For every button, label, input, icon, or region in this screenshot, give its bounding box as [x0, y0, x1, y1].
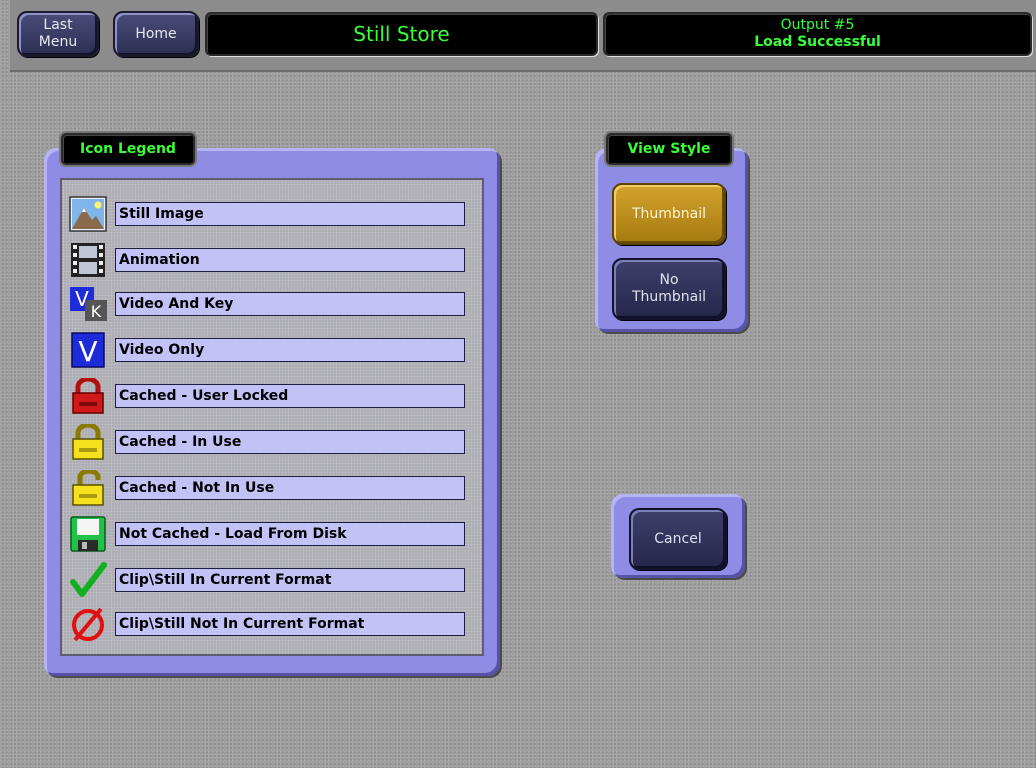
top-bar: Last Menu Home Still Store Output #5 Loa…: [0, 0, 1036, 72]
floppy-disk-icon: [70, 516, 106, 552]
thumbnail-button[interactable]: Thumbnail: [612, 183, 726, 245]
video-only-icon: V: [71, 332, 105, 368]
no-thumbnail-label-line1: No: [659, 272, 679, 288]
legend-row-cached-not-in-use: Cached - Not In Use: [62, 468, 482, 508]
red-lock-icon: [72, 378, 104, 414]
vk-letter-k: K: [91, 302, 102, 321]
yellow-lock-icon: [72, 424, 104, 460]
animation-icon: [71, 243, 105, 277]
thumbnail-button-label: Thumbnail: [631, 205, 707, 222]
view-style-title-text: View Style: [627, 141, 711, 157]
legend-row-cached-in-use: Cached - In Use: [62, 422, 482, 462]
legend-label: Not Cached - Load From Disk: [115, 522, 465, 546]
legend-row-animation: Animation: [62, 240, 482, 280]
legend-row-video-and-key: V K Video And Key: [62, 284, 482, 324]
legend-label: Video Only: [115, 338, 465, 362]
home-button[interactable]: Home: [113, 11, 199, 57]
legend-row-not-in-current-format: Clip\Still Not In Current Format: [62, 604, 482, 644]
legend-row-still-image: Still Image: [62, 194, 482, 234]
icon-legend-list: Still Image Animation V K Video And Key: [60, 178, 484, 656]
last-menu-label-line1: Last: [43, 17, 73, 33]
icon-legend-title: Icon Legend: [61, 133, 195, 165]
legend-row-cached-user-locked: Cached - User Locked: [62, 376, 482, 416]
last-menu-button[interactable]: Last Menu: [17, 11, 99, 57]
legend-label: Still Image: [115, 202, 465, 226]
legend-row-in-current-format: Clip\Still In Current Format: [62, 560, 482, 600]
cancel-button[interactable]: Cancel: [629, 508, 727, 570]
legend-label: Cached - Not In Use: [115, 476, 465, 500]
no-thumbnail-button[interactable]: No Thumbnail: [612, 258, 726, 320]
legend-label: Clip\Still Not In Current Format: [115, 612, 465, 636]
no-thumbnail-label-line2: Thumbnail: [631, 289, 707, 305]
status-line-1: Output #5: [780, 17, 855, 33]
page-title: Still Store: [353, 22, 450, 46]
page-title-box: Still Store: [205, 12, 598, 56]
legend-label: Cached - User Locked: [115, 384, 465, 408]
home-label: Home: [135, 25, 177, 42]
cancel-button-label: Cancel: [654, 530, 702, 547]
last-menu-label-line2: Menu: [38, 34, 78, 50]
video-and-key-icon: V K: [70, 287, 107, 321]
open-lock-icon: [72, 470, 104, 506]
legend-label: Animation: [115, 248, 465, 272]
legend-label: Video And Key: [115, 292, 465, 316]
legend-label: Clip\Still In Current Format: [115, 568, 465, 592]
status-box: Output #5 Load Successful: [603, 12, 1032, 56]
red-slash-circle-icon: [72, 607, 104, 642]
legend-row-video-only: V Video Only: [62, 330, 482, 370]
legend-label: Cached - In Use: [115, 430, 465, 454]
green-check-icon: [70, 562, 107, 597]
view-style-title: View Style: [606, 133, 732, 165]
still-image-icon: [69, 196, 107, 232]
icon-legend-title-text: Icon Legend: [80, 141, 176, 157]
legend-row-not-cached: Not Cached - Load From Disk: [62, 514, 482, 554]
v-letter: V: [78, 335, 97, 368]
status-line-2: Load Successful: [754, 34, 881, 50]
